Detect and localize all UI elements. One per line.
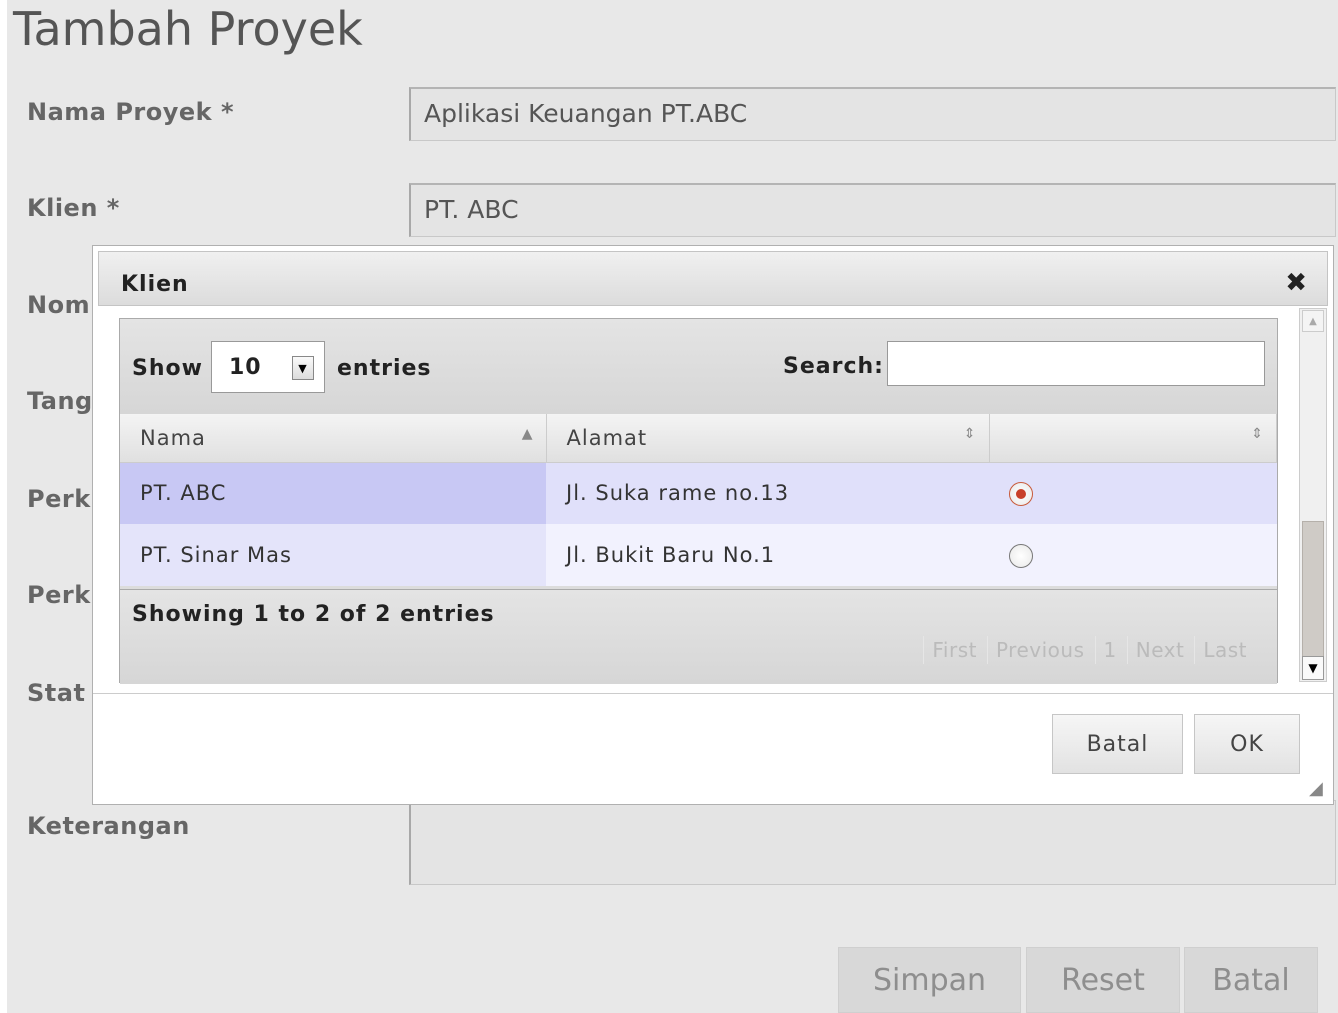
cell-nama: PT. Sinar Mas [120,524,546,586]
resize-grip-icon[interactable]: ◢ [1309,780,1329,800]
column-header-alamat[interactable]: Alamat ⇕ [546,414,990,463]
reset-button[interactable]: Reset [1026,947,1180,1013]
radio-selected-icon[interactable] [1009,481,1033,506]
entries-label: entries [337,356,432,381]
cell-radio [989,462,1277,524]
label-tanggal: Tang [27,387,93,415]
label-klien: Klien * [27,194,120,222]
column-header-nama[interactable]: Nama ▲ [120,414,547,463]
dialog-button-bar: Batal OK ◢ [93,693,1333,804]
dialog-ok-button[interactable]: OK [1194,714,1300,774]
label-perk-1: Perk [27,485,91,513]
nama-proyek-input[interactable]: Aplikasi Keuangan PT.ABC [409,87,1336,141]
label-keterangan: Keterangan [27,812,190,840]
cell-nama: PT. ABC [120,462,546,524]
klien-input[interactable]: PT. ABC [409,183,1336,237]
sort-asc-icon: ▲ [521,426,534,442]
label-nama-proyek: Nama Proyek * [27,98,235,126]
close-icon[interactable]: ✖ [1285,270,1307,296]
pager-page-1[interactable]: 1 [1094,636,1125,664]
sort-both-icon: ⇕ [963,426,977,442]
dialog-content: Show 10 ▼ entries Search: Nama ▲ Alamat … [99,308,1328,693]
pager-next[interactable]: Next [1126,636,1193,664]
pager-previous[interactable]: Previous [986,636,1093,664]
search-input[interactable] [887,341,1265,386]
klien-dialog: Klien ✖ Show 10 ▼ entries Search: Nama ▲… [92,245,1334,805]
simpan-button[interactable]: Simpan [838,947,1021,1013]
page-title: Tambah Proyek [13,2,363,56]
scrollbar-thumb[interactable] [1302,521,1324,657]
page-length-value: 10 [229,355,262,380]
cell-alamat: Jl. Suka rame no.13 [546,462,989,524]
batal-button[interactable]: Batal [1184,947,1318,1013]
datatable-toolbar: Show 10 ▼ entries Search: [120,319,1277,414]
radio-unselected-icon[interactable] [1009,543,1033,568]
dialog-titlebar[interactable]: Klien ✖ [98,251,1328,306]
klien-table: Nama ▲ Alamat ⇕ ⇕ PT. ABC Jl. Suka rame … [120,414,1277,586]
datatable-footer: Showing 1 to 2 of 2 entries First Previo… [120,589,1277,684]
cell-radio [989,524,1277,586]
show-label: Show [132,356,203,381]
dialog-title: Klien [121,272,189,297]
dialog-scrollbar[interactable]: ▲ ▼ [1299,308,1327,682]
datatable: Show 10 ▼ entries Search: Nama ▲ Alamat … [119,318,1278,684]
table-info: Showing 1 to 2 of 2 entries [132,602,495,627]
chevron-down-icon[interactable]: ▼ [292,356,314,380]
pagination: First Previous 1 Next Last [923,636,1255,664]
scroll-up-icon[interactable]: ▲ [1302,310,1324,332]
scroll-down-icon[interactable]: ▼ [1302,656,1324,680]
dialog-batal-button[interactable]: Batal [1052,714,1183,774]
sort-both-icon: ⇕ [1251,426,1264,442]
table-row[interactable]: PT. ABC Jl. Suka rame no.13 [120,462,1277,524]
search-label: Search: [783,354,884,379]
keterangan-textarea[interactable] [409,800,1336,885]
cell-alamat: Jl. Bukit Baru No.1 [546,524,989,586]
label-perk-2: Perk [27,581,91,609]
page-length-select[interactable]: 10 ▼ [211,341,325,393]
label-status: Stat [27,679,86,707]
pager-first[interactable]: First [923,636,985,664]
pager-last[interactable]: Last [1194,636,1255,664]
column-header-select[interactable]: ⇕ [989,414,1277,463]
table-row[interactable]: PT. Sinar Mas Jl. Bukit Baru No.1 [120,524,1277,586]
label-nomor: Nom [27,291,91,319]
